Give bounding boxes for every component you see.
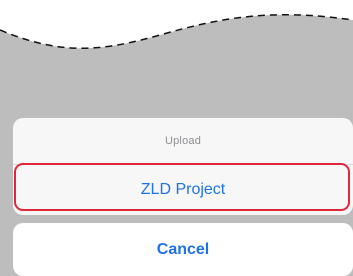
zld-project-option[interactable]: ZLD Project [13, 165, 353, 215]
action-sheet-title: Upload [164, 135, 202, 147]
action-sheet: Upload ZLD Project [13, 118, 353, 215]
cancel-button[interactable]: Cancel [13, 223, 353, 276]
screenshot-crop: Upload ZLD Project Cancel [0, 0, 353, 276]
